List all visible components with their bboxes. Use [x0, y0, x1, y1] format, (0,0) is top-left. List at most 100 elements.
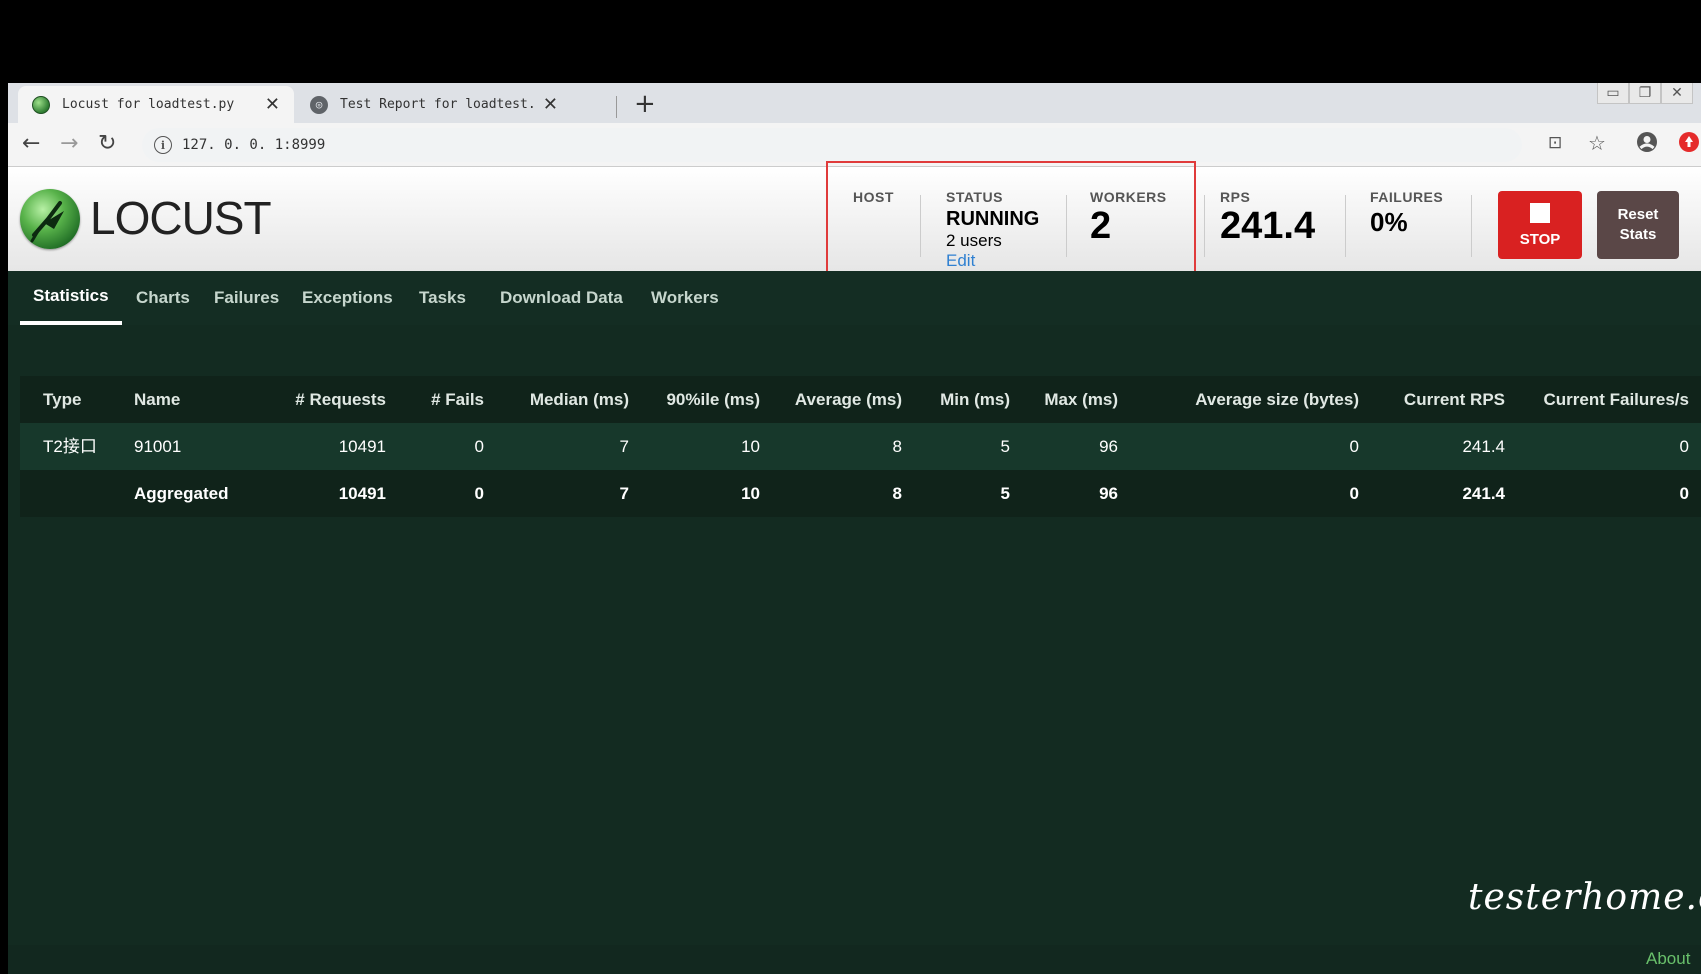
- main-nav: Statistics Charts Failures Exceptions Ta…: [8, 271, 1701, 325]
- reset-label-line2: Stats: [1619, 226, 1657, 243]
- cell-average: 8: [892, 484, 902, 503]
- extension-icon[interactable]: [1678, 131, 1700, 157]
- aggregated-row: Aggregated 10491 0 7 10 8 5 96 0 241.4 0: [20, 470, 1701, 517]
- cell-current-failures: 0: [1679, 484, 1689, 503]
- column-header[interactable]: # Requests: [295, 376, 386, 423]
- cell-requests: 10491: [338, 437, 386, 456]
- workers-stat: WORKERS 2: [1090, 189, 1167, 247]
- locust-logo-text: LOCUST: [90, 192, 272, 244]
- column-header[interactable]: Current Failures/s: [1544, 376, 1690, 423]
- tab-separator: [616, 96, 617, 118]
- divider: [920, 195, 921, 257]
- tab-title: Test Report for loadtest.py: [340, 97, 535, 112]
- cell-type: T2接口: [43, 437, 97, 456]
- cell-fails: 0: [474, 437, 484, 456]
- locust-favicon-icon: [32, 95, 50, 114]
- url-text: 127. 0. 0. 1:8999: [182, 137, 326, 153]
- status-stat: STATUS RUNNING 2 users Edit: [946, 189, 1039, 271]
- status-label: STATUS: [946, 189, 1003, 205]
- tab-statistics[interactable]: Statistics: [20, 271, 122, 325]
- failures-label: FAILURES: [1370, 189, 1444, 205]
- address-bar[interactable]: i 127. 0. 0. 1:8999: [142, 128, 1522, 162]
- close-window-icon[interactable]: ✕: [1661, 83, 1693, 104]
- new-tab-button[interactable]: +: [634, 89, 656, 119]
- status-value: RUNNING: [946, 208, 1040, 230]
- table-row: T2接口 91001 10491 0 7 10 8 5 96 0 241.4 0: [20, 423, 1701, 470]
- cell-avg-size: 0: [1349, 437, 1359, 456]
- reload-icon[interactable]: ↻: [98, 131, 116, 157]
- tab-tasks[interactable]: Tasks: [406, 271, 479, 325]
- column-header[interactable]: Type: [43, 376, 81, 423]
- cell-average: 8: [892, 437, 902, 456]
- cell-median: 7: [619, 484, 629, 503]
- rps-label: RPS: [1220, 189, 1251, 205]
- about-link[interactable]: About: [1646, 949, 1690, 969]
- translate-icon[interactable]: ⊡: [1548, 133, 1562, 153]
- cell-current-failures: 0: [1679, 437, 1689, 456]
- tab-strip: Locust for loadtest.py ✕ ◎ Test Report f…: [8, 83, 1701, 123]
- locust-logo-icon: [20, 189, 80, 249]
- tab-exceptions[interactable]: Exceptions: [289, 271, 406, 325]
- statistics-table: Type Name # Requests # Fails Median (ms)…: [20, 376, 1701, 517]
- reset-label-line1: Reset: [1617, 206, 1659, 223]
- column-header[interactable]: Average size (bytes): [1195, 376, 1359, 423]
- cell-90ile: 10: [741, 484, 760, 503]
- footer-bar: [8, 945, 1701, 974]
- forward-arrow-icon[interactable]: →: [60, 131, 78, 157]
- column-header[interactable]: 90%ile (ms): [666, 376, 760, 423]
- column-header[interactable]: # Fails: [431, 376, 484, 423]
- info-icon[interactable]: i: [154, 136, 172, 154]
- failures-stat: FAILURES 0%: [1370, 189, 1443, 238]
- host-stat: HOST: [853, 189, 894, 205]
- locust-page: LOCUST HOST STATUS RUNNING 2 users Edit …: [8, 161, 1701, 974]
- globe-icon: ◎: [310, 95, 328, 114]
- cell-requests: 10491: [338, 484, 386, 503]
- minimize-icon[interactable]: ▭: [1597, 83, 1629, 104]
- column-header[interactable]: Current RPS: [1404, 376, 1505, 423]
- close-icon[interactable]: ✕: [265, 94, 280, 115]
- column-header[interactable]: Median (ms): [530, 376, 629, 423]
- cell-min: 5: [1000, 484, 1010, 503]
- cell-fails: 0: [474, 484, 484, 503]
- rps-stat: RPS 241.4: [1220, 189, 1315, 247]
- host-label: HOST: [853, 189, 894, 205]
- restore-icon[interactable]: ❐: [1629, 83, 1661, 104]
- failures-value: 0%: [1370, 207, 1408, 237]
- close-icon[interactable]: ✕: [543, 94, 558, 115]
- cell-max: 96: [1099, 484, 1118, 503]
- table-header-row: Type Name # Requests # Fails Median (ms)…: [20, 376, 1701, 423]
- cell-name: Aggregated: [134, 484, 229, 503]
- cell-90ile: 10: [741, 437, 760, 456]
- cell-current-rps: 241.4: [1462, 484, 1505, 503]
- cell-current-rps: 241.4: [1462, 437, 1505, 456]
- workers-label: WORKERS: [1090, 189, 1167, 205]
- account-icon[interactable]: [1636, 131, 1658, 157]
- edit-users-link[interactable]: Edit: [946, 251, 1039, 271]
- cell-min: 5: [1000, 437, 1010, 456]
- tab-workers[interactable]: Workers: [638, 271, 732, 325]
- divider: [1345, 195, 1346, 257]
- locust-header: LOCUST HOST STATUS RUNNING 2 users Edit …: [8, 161, 1701, 281]
- column-header[interactable]: Name: [134, 376, 180, 423]
- status-users: 2 users: [946, 231, 1002, 250]
- reset-stats-button[interactable]: Reset Stats: [1597, 191, 1679, 259]
- stop-button[interactable]: STOP: [1498, 191, 1582, 259]
- tab-test-report[interactable]: ◎ Test Report for loadtest.py ✕: [296, 86, 572, 123]
- watermark: testerhome.com: [1468, 877, 1701, 918]
- tab-locust[interactable]: Locust for loadtest.py ✕: [18, 86, 294, 123]
- column-header[interactable]: Max (ms): [1044, 376, 1118, 423]
- tab-failures[interactable]: Failures: [201, 271, 292, 325]
- window-controls: ▭ ❐ ✕: [1597, 83, 1693, 104]
- tab-charts[interactable]: Charts: [123, 271, 203, 325]
- cell-max: 96: [1099, 437, 1118, 456]
- column-header[interactable]: Min (ms): [940, 376, 1010, 423]
- divider: [1066, 195, 1067, 257]
- tab-title: Locust for loadtest.py: [62, 97, 235, 112]
- browser-window: Locust for loadtest.py ✕ ◎ Test Report f…: [8, 83, 1701, 974]
- tab-download-data[interactable]: Download Data: [487, 271, 636, 325]
- bookmark-star-icon[interactable]: ☆: [1588, 131, 1606, 155]
- workers-value: 2: [1090, 205, 1112, 247]
- divider: [1204, 195, 1205, 257]
- back-arrow-icon[interactable]: ←: [22, 131, 40, 157]
- column-header[interactable]: Average (ms): [795, 376, 902, 423]
